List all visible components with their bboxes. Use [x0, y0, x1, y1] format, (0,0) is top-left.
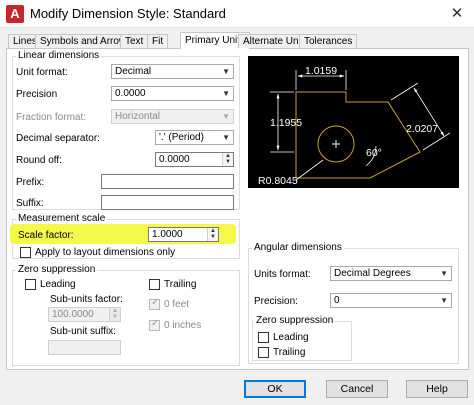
- fraction-format-select[interactable]: Horizontal ▼: [111, 109, 234, 124]
- scale-factor-input[interactable]: 1.0000 ▲ ▼: [148, 227, 219, 242]
- sub-unit-suffix-label: Sub-unit suffix:: [50, 326, 116, 337]
- angular-units-format-select[interactable]: Decimal Degrees ▼: [330, 266, 452, 281]
- preview-dim-right: 2.0207: [406, 123, 438, 135]
- zero-feet-checkbox[interactable]: [149, 297, 160, 310]
- trailing-checkbox[interactable]: [149, 279, 160, 290]
- preview-dim-left: 1.1955: [270, 117, 302, 129]
- help-button[interactable]: Help: [406, 380, 468, 398]
- unit-format-select[interactable]: Decimal ▼: [111, 64, 234, 79]
- preview-angle: 60°: [366, 147, 382, 159]
- preview-pane: 1.0159 1.1955 2.0207 60° R0.8045: [248, 56, 459, 188]
- prefix-input[interactable]: [101, 174, 234, 189]
- linear-dimensions-legend: Linear dimensions: [16, 50, 102, 62]
- tab-text[interactable]: Text: [120, 34, 149, 48]
- round-off-spinner[interactable]: ▲ ▼: [222, 153, 233, 166]
- precision-select[interactable]: 0.0000 ▼: [111, 86, 234, 101]
- tab-tolerances[interactable]: Tolerances: [299, 34, 358, 48]
- round-off-label: Round off:: [16, 155, 62, 166]
- chevron-down-icon: ▼: [440, 296, 448, 305]
- angular-dimensions-legend: Angular dimensions: [252, 242, 344, 254]
- sub-units-factor-label: Sub-units factor:: [50, 294, 123, 305]
- decimal-separator-select[interactable]: '.' (Period) ▼: [155, 130, 234, 145]
- zero-feet-label: 0 feet: [164, 299, 190, 310]
- close-icon[interactable]: ✕: [446, 3, 468, 25]
- chevron-down-icon: ▼: [222, 67, 230, 76]
- tab-fit[interactable]: Fit: [147, 34, 169, 48]
- chevron-down-icon: ▼: [440, 269, 448, 278]
- zero-inches-label: 0 inches: [164, 320, 202, 331]
- chevron-down-icon: ▼: [222, 133, 230, 142]
- cancel-button[interactable]: Cancel: [326, 380, 388, 398]
- title-bar: A Modify Dimension Style: Standard ✕: [0, 0, 474, 28]
- apply-layout-checkbox[interactable]: [20, 247, 31, 258]
- prefix-label: Prefix:: [16, 177, 45, 188]
- angular-trailing-label: Trailing: [273, 347, 306, 358]
- window-title: Modify Dimension Style: Standard: [30, 6, 226, 21]
- unit-format-label: Unit format:: [16, 67, 68, 78]
- scale-factor-spinner[interactable]: ▲ ▼: [207, 228, 218, 241]
- precision-label: Precision: [16, 89, 58, 100]
- angular-units-format-label: Units format:: [254, 269, 311, 280]
- angular-precision-select[interactable]: 0 ▼: [330, 293, 452, 308]
- decimal-separator-label: Decimal separator:: [16, 133, 100, 144]
- round-off-input[interactable]: 0.0000 ▲ ▼: [155, 152, 234, 167]
- chevron-down-icon: ▼: [222, 112, 230, 121]
- leading-label: Leading: [40, 279, 76, 290]
- chevron-down-icon: ▼: [222, 89, 230, 98]
- ok-button[interactable]: OK: [244, 380, 306, 398]
- sub-units-factor-input[interactable]: 100.0000 ▲ ▼: [48, 307, 121, 322]
- dimension-preview-drawing: 1.0159 1.1955 2.0207 60° R0.8045: [258, 65, 451, 187]
- apply-layout-label: Apply to layout dimensions only: [35, 247, 176, 258]
- part-outline: [295, 91, 421, 179]
- zero-inches-checkbox[interactable]: [149, 318, 160, 331]
- angular-precision-label: Precision:: [254, 296, 298, 307]
- suffix-input[interactable]: [101, 195, 234, 210]
- angular-trailing-checkbox[interactable]: [258, 347, 269, 358]
- zero-suppression-legend: Zero suppression: [16, 264, 98, 276]
- angular-zero-suppression-legend: Zero suppression: [254, 315, 336, 327]
- leading-checkbox[interactable]: [25, 279, 36, 290]
- sub-unit-suffix-input[interactable]: [48, 340, 121, 355]
- angular-leading-checkbox[interactable]: [258, 332, 269, 343]
- suffix-label: Suffix:: [16, 198, 44, 209]
- sub-units-factor-spinner[interactable]: ▲ ▼: [109, 308, 120, 321]
- trailing-label: Trailing: [164, 279, 197, 290]
- scale-factor-label: Scale factor:: [18, 230, 74, 241]
- angular-leading-label: Leading: [273, 332, 309, 343]
- preview-radius: R0.8045: [258, 175, 298, 187]
- preview-dim-top: 1.0159: [305, 65, 337, 77]
- autocad-app-icon: A: [6, 5, 24, 23]
- fraction-format-label: Fraction format:: [16, 112, 87, 123]
